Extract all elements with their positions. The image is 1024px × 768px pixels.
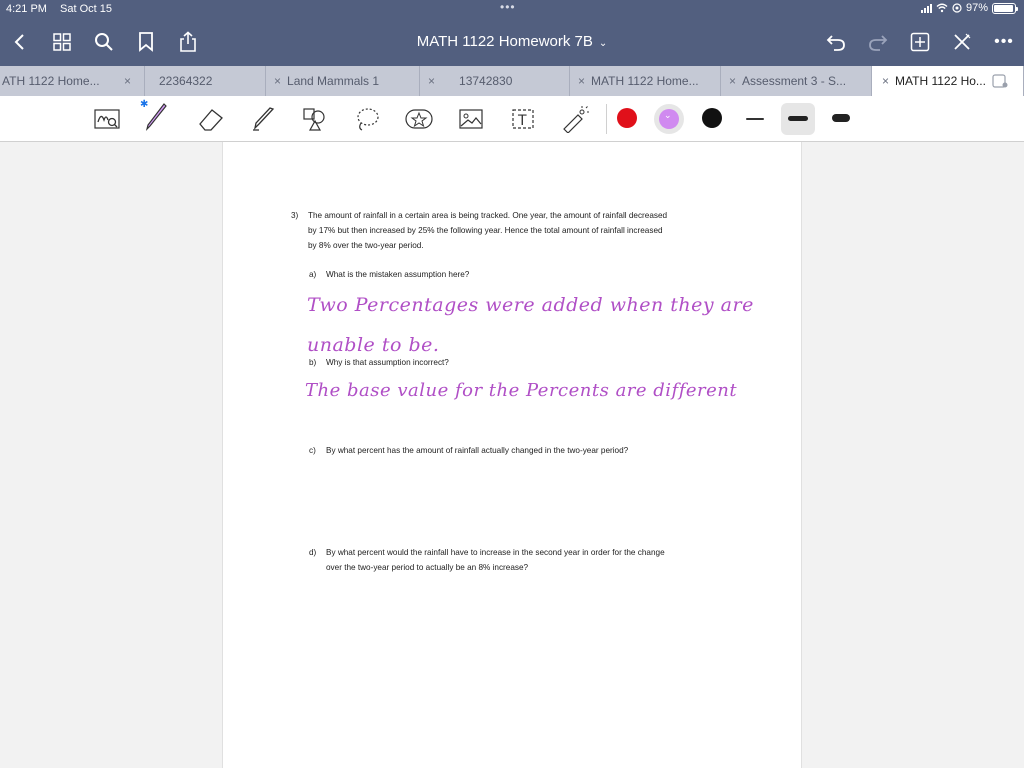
image-tool[interactable] xyxy=(456,104,486,134)
question-line-1: The amount of rainfall in a certain area… xyxy=(308,211,668,220)
add-page-icon xyxy=(910,32,930,52)
image-icon xyxy=(459,109,483,129)
svg-text:✱: ✱ xyxy=(140,99,148,110)
handwritten-answer-a-line-1: Two Percentages were added when they are xyxy=(307,294,754,316)
thickness-thick[interactable] xyxy=(832,114,850,122)
part-d-label: d) xyxy=(309,548,317,557)
read-only-mode-button[interactable] xyxy=(92,104,122,134)
tab-label: Land Mammals 1 xyxy=(287,74,380,88)
color-swatch-black[interactable] xyxy=(702,108,722,128)
status-date: Sat Oct 15 xyxy=(60,3,112,15)
sticker-tool[interactable] xyxy=(404,104,434,134)
lasso-icon xyxy=(357,108,379,131)
question-line-3: by 8% over the two-year period. xyxy=(308,241,424,250)
tab-close-icon[interactable]: × xyxy=(882,74,889,88)
eraser-tool[interactable] xyxy=(196,104,226,134)
highlighter-icon xyxy=(253,107,275,131)
tab-4[interactable]: × 13742830 xyxy=(420,66,570,96)
tab-close-icon[interactable]: × xyxy=(578,74,585,88)
undo-icon xyxy=(826,35,845,51)
tab-close-icon[interactable]: × xyxy=(274,74,281,88)
shapes-icon xyxy=(303,108,325,131)
color-swatch-purple[interactable]: ⌄ xyxy=(659,109,679,129)
eraser-icon xyxy=(199,109,223,131)
svg-text:T: T xyxy=(517,113,527,129)
document-page[interactable]: 3) The amount of rainfall in a certain a… xyxy=(222,142,802,768)
pen-close-icon xyxy=(954,33,971,50)
chevron-down-icon: ⌄ xyxy=(598,38,608,49)
part-b-label: b) xyxy=(309,358,317,367)
laser-pointer-tool[interactable] xyxy=(560,104,590,134)
lasso-note-icon xyxy=(94,109,120,129)
tab-label: ATH 1122 Home... xyxy=(2,74,100,88)
handwritten-answer-b: The base value for the Percents are diff… xyxy=(305,380,738,401)
multitasking-dots[interactable]: ••• xyxy=(500,0,516,14)
tab-label: MATH 1122 Ho... xyxy=(895,74,986,88)
part-a-label: a) xyxy=(309,270,317,279)
status-time: 4:21 PM xyxy=(6,3,47,15)
question-number: 3) xyxy=(291,211,299,220)
wifi-icon xyxy=(936,3,948,13)
battery-icon xyxy=(992,2,1018,14)
tab-1[interactable]: ATH 1122 Home... × xyxy=(0,66,145,96)
thickness-thin[interactable] xyxy=(746,118,764,120)
tab-label: Assessment 3 - S... xyxy=(742,74,847,88)
part-c-text: By what percent has the amount of rainfa… xyxy=(326,446,629,455)
text-icon: T xyxy=(512,109,534,129)
close-pen-mode-button[interactable] xyxy=(948,28,976,56)
tab-label: MATH 1122 Home... xyxy=(591,74,699,88)
tab-label: 13742830 xyxy=(459,74,513,88)
location-icon xyxy=(952,3,962,13)
status-indicators: 97% xyxy=(920,2,1018,14)
undo-button[interactable] xyxy=(822,28,850,56)
tab-3[interactable]: × Land Mammals 1 xyxy=(266,66,420,96)
thickness-medium[interactable] xyxy=(788,116,808,121)
part-d-text-line-1: By what percent would the rainfall have … xyxy=(326,548,665,557)
chevron-down-icon: ⌄ xyxy=(664,110,672,120)
sticker-icon xyxy=(405,109,433,129)
more-options-button[interactable]: ••• xyxy=(990,28,1018,56)
document-title-text: MATH 1122 Homework 7B xyxy=(416,33,593,50)
part-b-text: Why is that assumption incorrect? xyxy=(326,358,449,367)
tab-5[interactable]: × MATH 1122 Home... xyxy=(570,66,721,96)
tab-6[interactable]: × Assessment 3 - S... xyxy=(721,66,872,96)
part-d-text-line-2: over the two-year period to actually be … xyxy=(326,563,529,572)
lasso-tool[interactable] xyxy=(352,104,382,134)
tab-7-active[interactable]: × MATH 1122 Ho... xyxy=(872,66,1024,96)
part-a-text: What is the mistaken assumption here? xyxy=(326,270,470,279)
tab-bar: ATH 1122 Home... × 22364322 × Land Mamma… xyxy=(0,66,1024,96)
more-icon: ••• xyxy=(994,33,1014,50)
laser-icon xyxy=(563,106,589,133)
split-view-icon[interactable] xyxy=(992,74,1008,88)
pen-tool[interactable]: ✱ xyxy=(140,99,170,131)
highlighter-tool[interactable] xyxy=(248,104,278,134)
tab-2[interactable]: 22364322 xyxy=(145,66,266,96)
add-page-button[interactable] xyxy=(906,28,934,56)
top-bar: 4:21 PM Sat Oct 15 ••• 97% MATH 1122 Hom… xyxy=(0,0,1024,66)
battery-percent: 97% xyxy=(965,2,988,14)
tab-close-icon[interactable]: × xyxy=(124,74,131,88)
cellular-signal-icon xyxy=(920,3,932,13)
tab-close-icon[interactable]: × xyxy=(729,74,736,88)
text-tool[interactable]: T xyxy=(508,104,538,134)
pen-icon: ✱ xyxy=(140,99,167,131)
color-swatch-red[interactable] xyxy=(617,108,637,128)
tab-label: 22364322 xyxy=(159,74,213,88)
question-line-2: by 17% but then increased by 25% the fol… xyxy=(308,226,663,235)
redo-button[interactable] xyxy=(864,28,892,56)
shapes-tool[interactable] xyxy=(300,104,330,134)
redo-icon xyxy=(869,35,888,51)
handwritten-answer-a-line-2: unable to be. xyxy=(307,334,440,356)
toolbar-divider xyxy=(606,104,607,134)
part-c-label: c) xyxy=(309,446,316,455)
tab-close-icon[interactable]: × xyxy=(428,74,435,88)
